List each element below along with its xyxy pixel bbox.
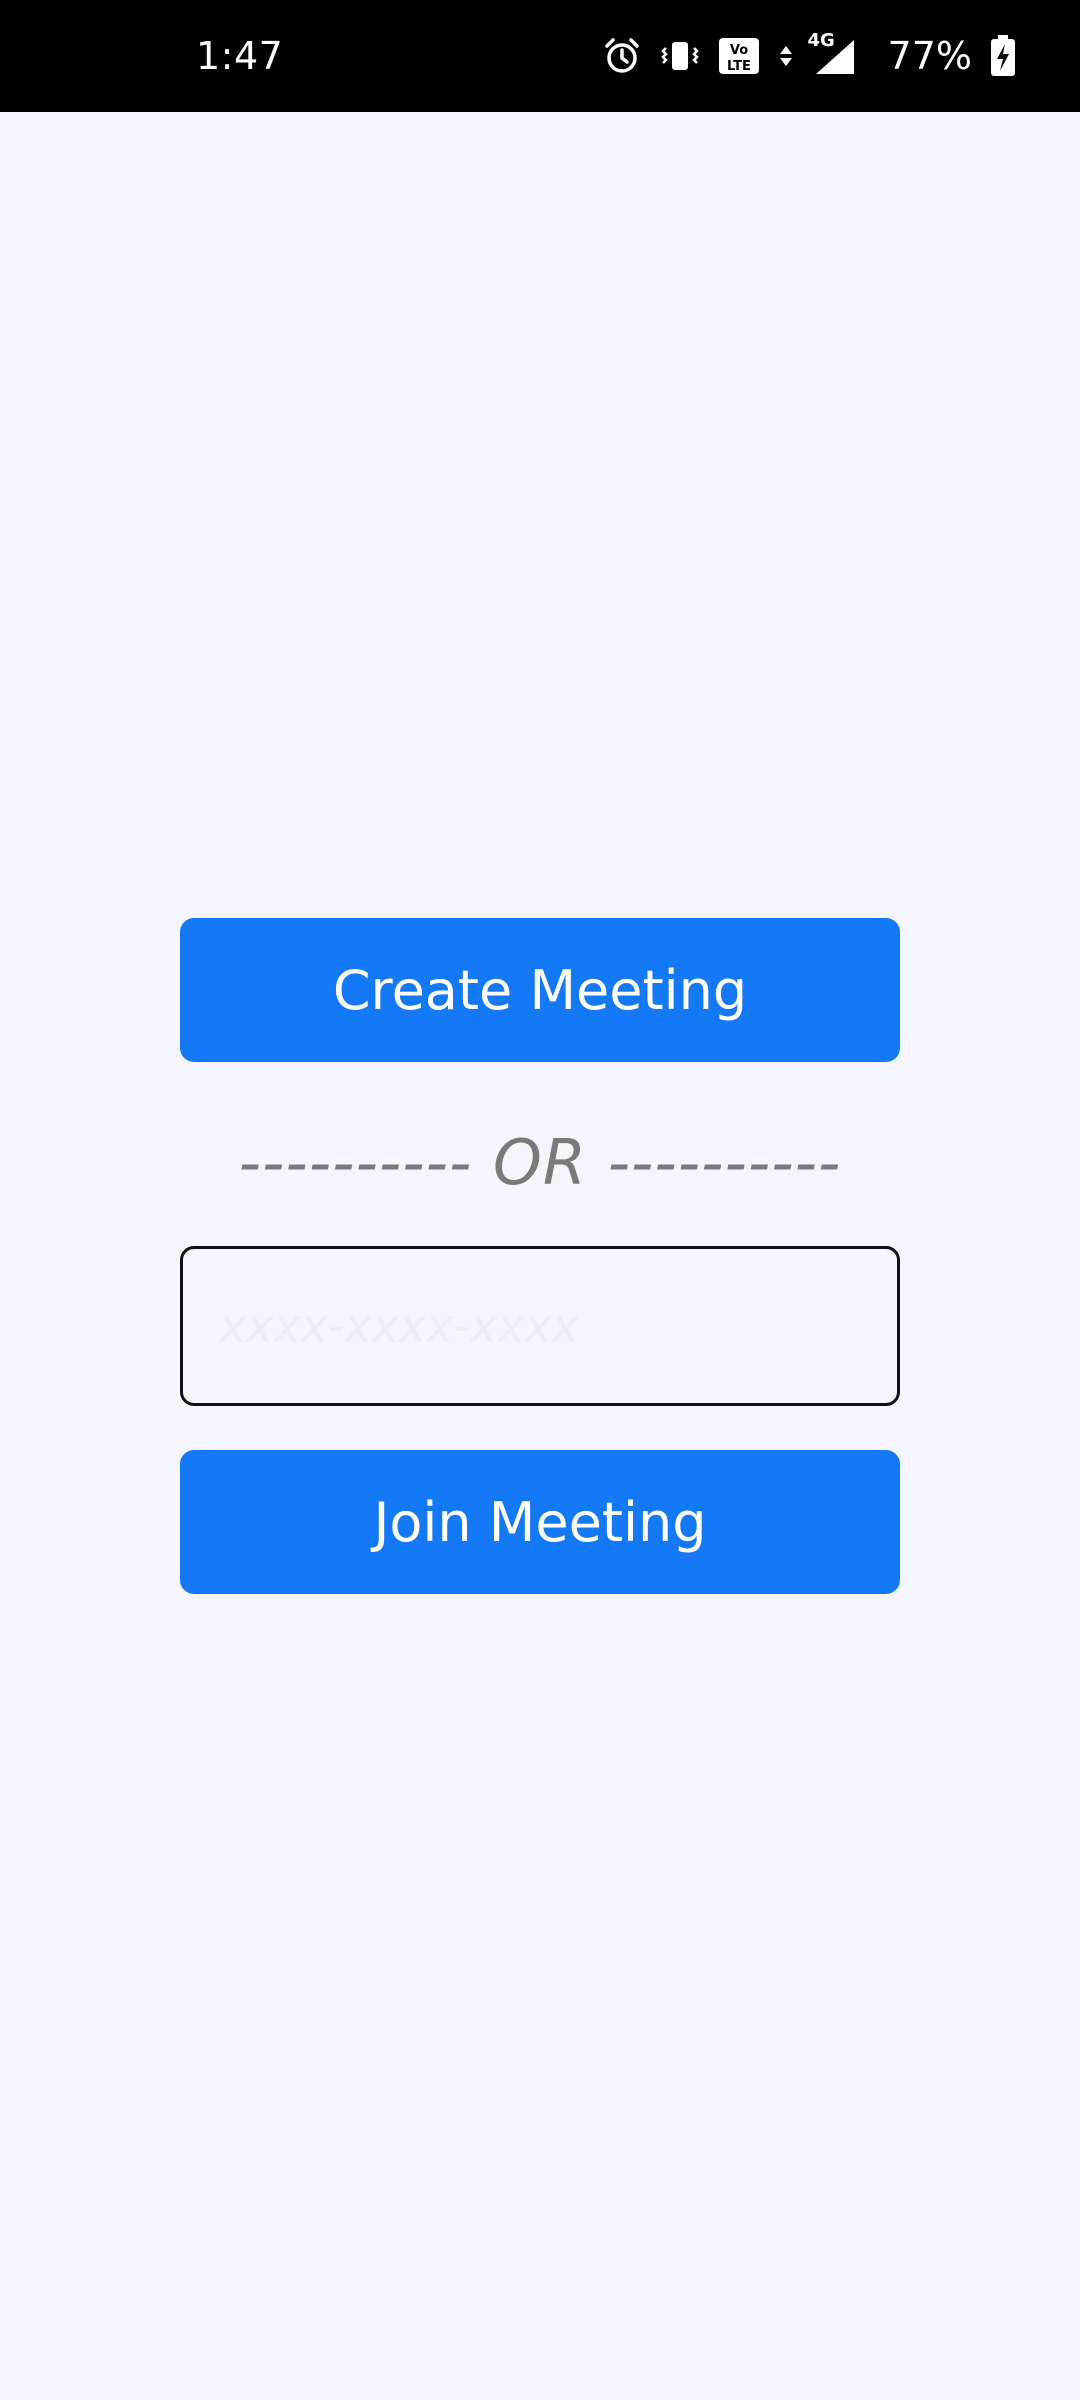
- create-meeting-button[interactable]: Create Meeting: [180, 918, 900, 1062]
- battery-charging-icon: [990, 35, 1016, 77]
- network-type-label: 4G: [807, 30, 835, 51]
- vibrate-icon: [660, 36, 700, 76]
- alarm-icon: [602, 36, 642, 76]
- svg-text:Vo: Vo: [729, 43, 747, 58]
- signal-icon: 4G: [808, 30, 856, 76]
- status-bar: 1:47 Vo LTE 4G 77%: [0, 0, 1080, 112]
- status-time: 1:47: [196, 34, 284, 78]
- join-meeting-button[interactable]: Join Meeting: [180, 1450, 900, 1594]
- volte-icon: Vo LTE: [718, 36, 760, 76]
- data-arrows-icon: [778, 36, 794, 76]
- battery-percent: 77%: [887, 34, 972, 78]
- or-divider: ---------- OR ----------: [238, 1126, 842, 1199]
- meeting-screen: Create Meeting ---------- OR ---------- …: [0, 112, 1080, 2400]
- status-icons: Vo LTE 4G 77%: [602, 0, 1016, 112]
- svg-text:LTE: LTE: [727, 59, 751, 74]
- meeting-code-input[interactable]: [180, 1246, 900, 1406]
